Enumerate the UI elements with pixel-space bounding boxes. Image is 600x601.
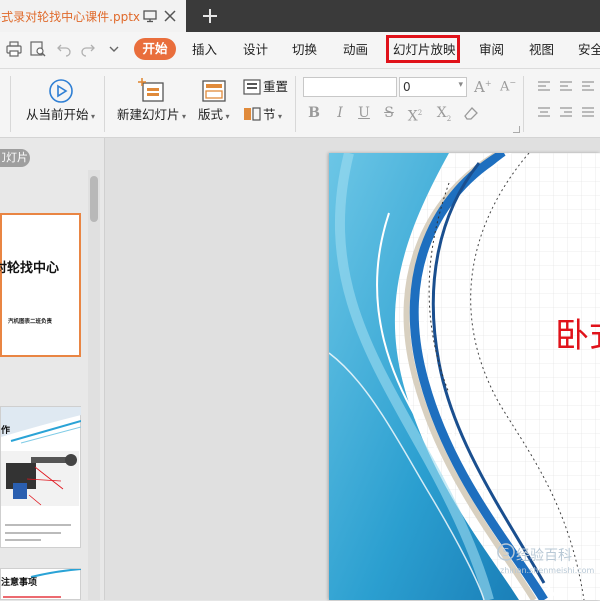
play-from-current-label: 从当前开始 [26, 107, 89, 122]
chevron-down-icon[interactable] [106, 41, 122, 57]
layout-icon[interactable] [202, 80, 226, 102]
current-slide[interactable] [329, 153, 600, 600]
slide3-thumb-title: 注意事项 [1, 578, 38, 588]
subscript-icon[interactable]: X2 [436, 105, 452, 123]
dropdown-arrow-icon: ▾ [88, 112, 96, 121]
slide-thumbnail-2[interactable]: 作 [0, 406, 81, 548]
slide-thumbnail-3[interactable]: 注意事项 [0, 568, 81, 600]
menu-start[interactable]: 开始 [134, 38, 176, 60]
print-icon[interactable] [6, 41, 22, 57]
new-tab-icon[interactable] [201, 7, 219, 25]
font-size-value: 0 [403, 80, 411, 94]
slide2-thumb-title: 作 [1, 426, 11, 436]
dropdown-arrow-icon: ▾ [179, 112, 187, 121]
new-slide-button[interactable]: 新建幻灯片 ▾ [117, 107, 186, 123]
slides-panel-tab[interactable]: 幻灯片 [0, 149, 30, 167]
superscript-icon[interactable]: X2 [407, 105, 423, 125]
ribbon-divider [104, 76, 105, 132]
dialog-launcher-icon[interactable] [513, 126, 520, 133]
dropdown-arrow-icon: ▾ [275, 112, 283, 121]
ribbon-divider [295, 76, 296, 132]
close-icon[interactable] [163, 9, 177, 23]
watermark-brand: S [503, 546, 510, 559]
play-from-current-button[interactable]: 从当前开始 ▾ [26, 107, 95, 123]
slide2-thumb-graphic [1, 407, 81, 541]
menu-view[interactable]: 视图 [529, 41, 554, 59]
decrease-font-size-icon[interactable]: A− [500, 78, 516, 94]
panel-scrollbar-thumb[interactable] [90, 176, 98, 222]
slide-thumbnail-1[interactable]: 对轮找中心 汽机图表二班负责 [0, 213, 81, 357]
slideshow-highlight-box [386, 35, 460, 63]
ribbon-divider [10, 76, 11, 132]
layout-label: 版式 [198, 107, 224, 122]
increase-font-size-icon[interactable]: A+ [474, 78, 492, 96]
menu-animation[interactable]: 动画 [343, 41, 368, 59]
reset-icon[interactable] [243, 79, 261, 95]
new-slide-label: 新建幻灯片 [117, 107, 180, 122]
watermark-logo-icon: S [497, 543, 515, 561]
slide-title-text[interactable]: 卧式 [555, 308, 600, 357]
menu-insert[interactable]: 插入 [192, 41, 217, 59]
document-tab-title[interactable]: 卧式录对轮找中心课件.pptx [0, 8, 140, 24]
section-label: 节 [263, 107, 276, 122]
section-button[interactable]: 节 ▾ [263, 107, 282, 123]
new-slide-icon[interactable] [138, 78, 166, 104]
font-name-input[interactable] [303, 77, 397, 97]
watermark-url: zhinan.shenmeishi.com [500, 566, 595, 575]
chevron-down-icon[interactable]: ▾ [458, 80, 463, 90]
menu-security[interactable]: 安全 [578, 41, 600, 59]
monitor-icon[interactable] [143, 9, 157, 23]
underline-icon[interactable]: U [356, 105, 372, 121]
redo-icon[interactable] [80, 41, 96, 57]
italic-icon[interactable]: I [332, 105, 348, 121]
strikethrough-icon[interactable]: S [381, 105, 397, 121]
undo-icon[interactable] [56, 41, 72, 57]
print-preview-icon[interactable] [30, 41, 46, 57]
menu-review[interactable]: 审阅 [479, 41, 504, 59]
play-icon[interactable] [48, 78, 74, 104]
slides-panel-tab-label: 幻灯片 [2, 151, 28, 164]
menu-transition[interactable]: 切换 [292, 41, 317, 59]
slide1-thumb-subtitle: 汽机图表二班负责 [8, 319, 53, 325]
layout-button[interactable]: 版式 ▾ [198, 107, 230, 123]
dropdown-arrow-icon: ▾ [223, 112, 230, 121]
eraser-icon[interactable] [462, 105, 480, 121]
menu-design[interactable]: 设计 [243, 41, 268, 59]
watermark-text: 经验百科 [516, 548, 572, 564]
slide1-thumb-title: 对轮找中心 [0, 261, 60, 276]
paragraph-align-icons[interactable] [536, 79, 596, 123]
ribbon-divider [523, 76, 524, 132]
reset-label[interactable]: 重置 [263, 79, 288, 95]
section-icon[interactable] [243, 106, 261, 122]
bold-icon[interactable]: B [306, 105, 322, 121]
panel-scrollbar-track[interactable] [88, 170, 100, 600]
font-size-input[interactable]: 0 ▾ [399, 77, 467, 97]
